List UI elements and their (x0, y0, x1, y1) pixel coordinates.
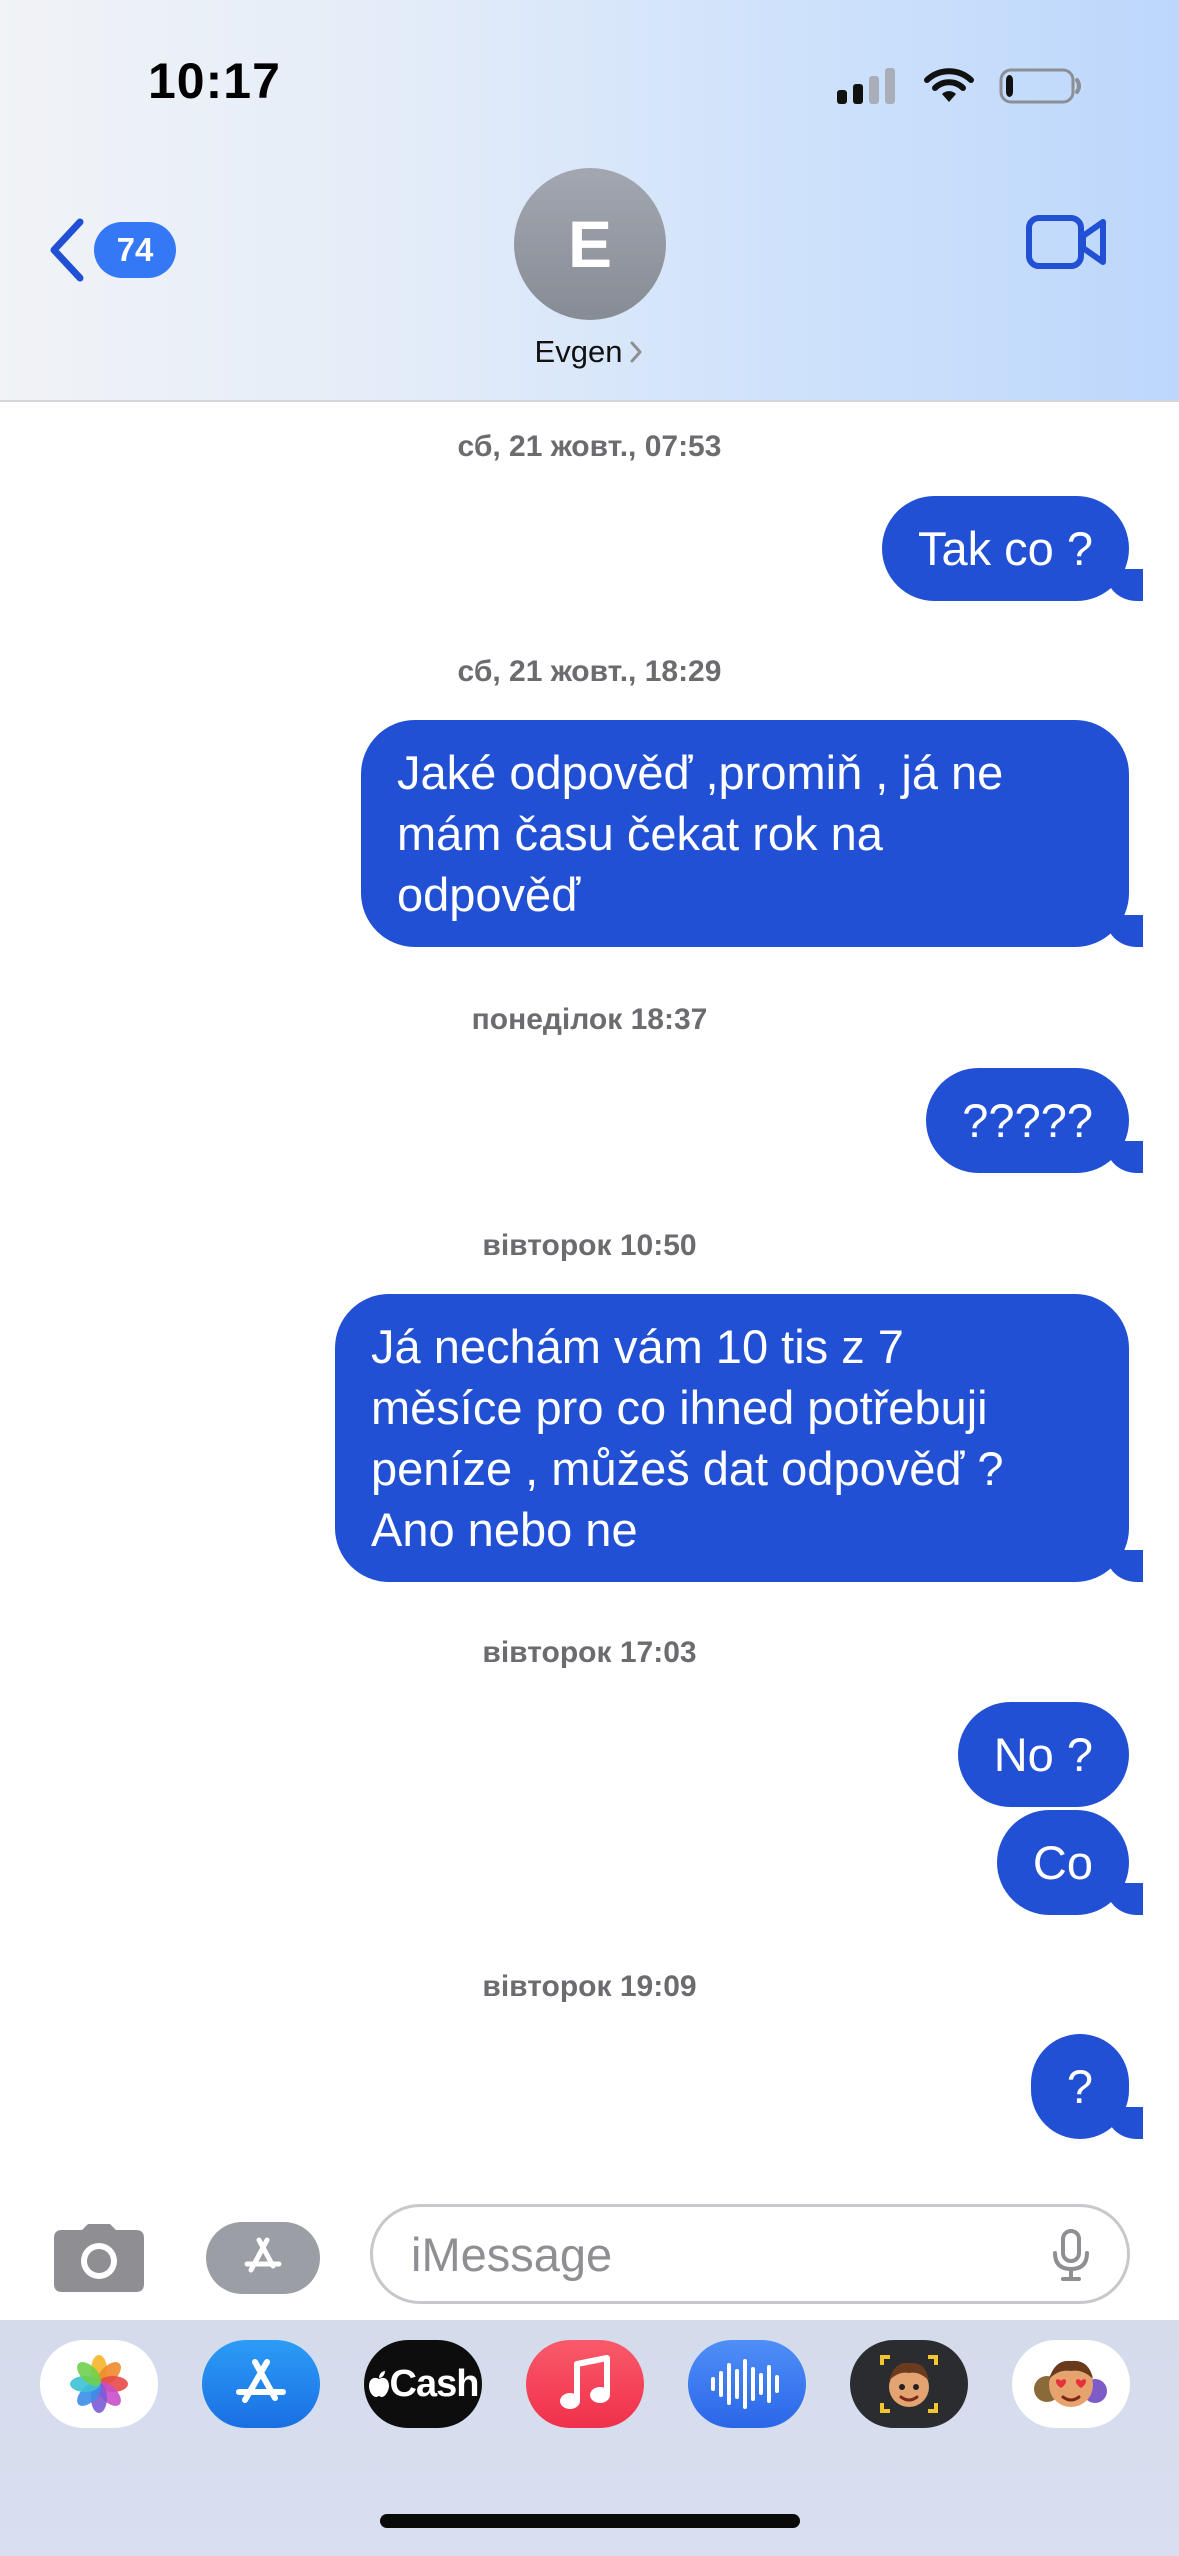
memoji-app-icon[interactable] (850, 2340, 968, 2428)
status-time: 10:17 (148, 53, 281, 109)
dictation-button[interactable] (1051, 2229, 1091, 2288)
music-app-icon[interactable] (526, 2340, 644, 2428)
wifi-icon (924, 68, 974, 102)
cellular-signal-icon (837, 68, 895, 104)
photos-flower-icon (70, 2355, 128, 2413)
message-bubble[interactable]: Co (996, 1810, 1144, 1915)
contact-name-button[interactable]: Evgen (0, 334, 1179, 370)
timestamp: вівторок 10:50 (482, 1229, 697, 1262)
message-bubble[interactable]: ? (1030, 2034, 1144, 2139)
apple-cash-app-icon[interactable]: Cash (364, 2340, 482, 2428)
message-bubble[interactable]: No ? (957, 1702, 1129, 1807)
apps-button[interactable] (206, 2222, 320, 2294)
timestamp: вівторок 17:03 (482, 1636, 697, 1669)
message-bubble[interactable]: Já nechám vám 10 tis z 7 měsíce pro co i… (335, 1294, 1143, 1582)
timestamp: понеділок 18:37 (471, 1003, 708, 1036)
contact-avatar[interactable]: E (514, 168, 666, 320)
photos-app-icon[interactable] (40, 2340, 158, 2428)
message-line: měsíce pro co ihned potřebuji (371, 1381, 988, 1434)
contact-name: Evgen (534, 334, 623, 369)
timestamp: сб, 21 жовт., 07:53 (457, 430, 722, 463)
cash-label: Cash (389, 2362, 480, 2405)
message-line: odpověď (397, 868, 581, 921)
music-note-icon (560, 2355, 610, 2409)
back-button[interactable]: 74 (48, 218, 176, 282)
app-store-icon (244, 2237, 282, 2273)
conversation-header: 10:17 74 E Evgen (0, 0, 1179, 402)
heart-eyes-memoji-icon (1034, 2360, 1107, 2407)
audio-message-app-icon[interactable] (688, 2340, 806, 2428)
message-bubble[interactable]: Jaké odpověď ,promiň , já ne mám času če… (361, 720, 1143, 947)
input-placeholder: iMessage (411, 2227, 613, 2281)
status-icons (835, 62, 1083, 110)
video-camera-icon (1026, 215, 1106, 269)
camera-button[interactable] (52, 2222, 146, 2299)
message-bubble[interactable]: Tak co ? (881, 496, 1144, 601)
message-line: mám času čekat rok na (397, 807, 883, 860)
message-line: Ano nebo ne (371, 1503, 638, 1556)
waveform-icon (711, 2359, 779, 2409)
timestamp: сб, 21 жовт., 18:29 (457, 655, 722, 688)
message-bubble[interactable]: ????? (926, 1068, 1143, 1173)
animoji-stickers-app-icon[interactable] (1012, 2340, 1130, 2428)
unread-count-badge: 74 (94, 222, 176, 278)
camera-icon (54, 2224, 144, 2292)
app-store-app-icon[interactable] (202, 2340, 320, 2428)
timestamp: вівторок 19:09 (482, 1970, 697, 2003)
memoji-face-icon (880, 2355, 938, 2413)
facetime-video-button[interactable] (1025, 212, 1109, 277)
app-store-icon (236, 2359, 286, 2403)
message-line: Já nechám vám 10 tis z 7 (371, 1320, 904, 1373)
home-indicator[interactable] (380, 2514, 800, 2528)
chevron-right-icon (630, 341, 642, 363)
imessage-input[interactable]: iMessage (370, 2204, 1130, 2304)
message-line: Jaké odpověď ,promiň , já ne (397, 746, 1004, 799)
message-composer: iMessage (0, 2186, 1179, 2322)
battery-icon (999, 68, 1081, 104)
chevron-left-icon (50, 218, 84, 282)
message-line: peníze , můžeš dat odpověď ? (371, 1442, 1004, 1495)
apple-logo-icon (368, 2371, 389, 2397)
microphone-icon (1053, 2229, 1089, 2281)
